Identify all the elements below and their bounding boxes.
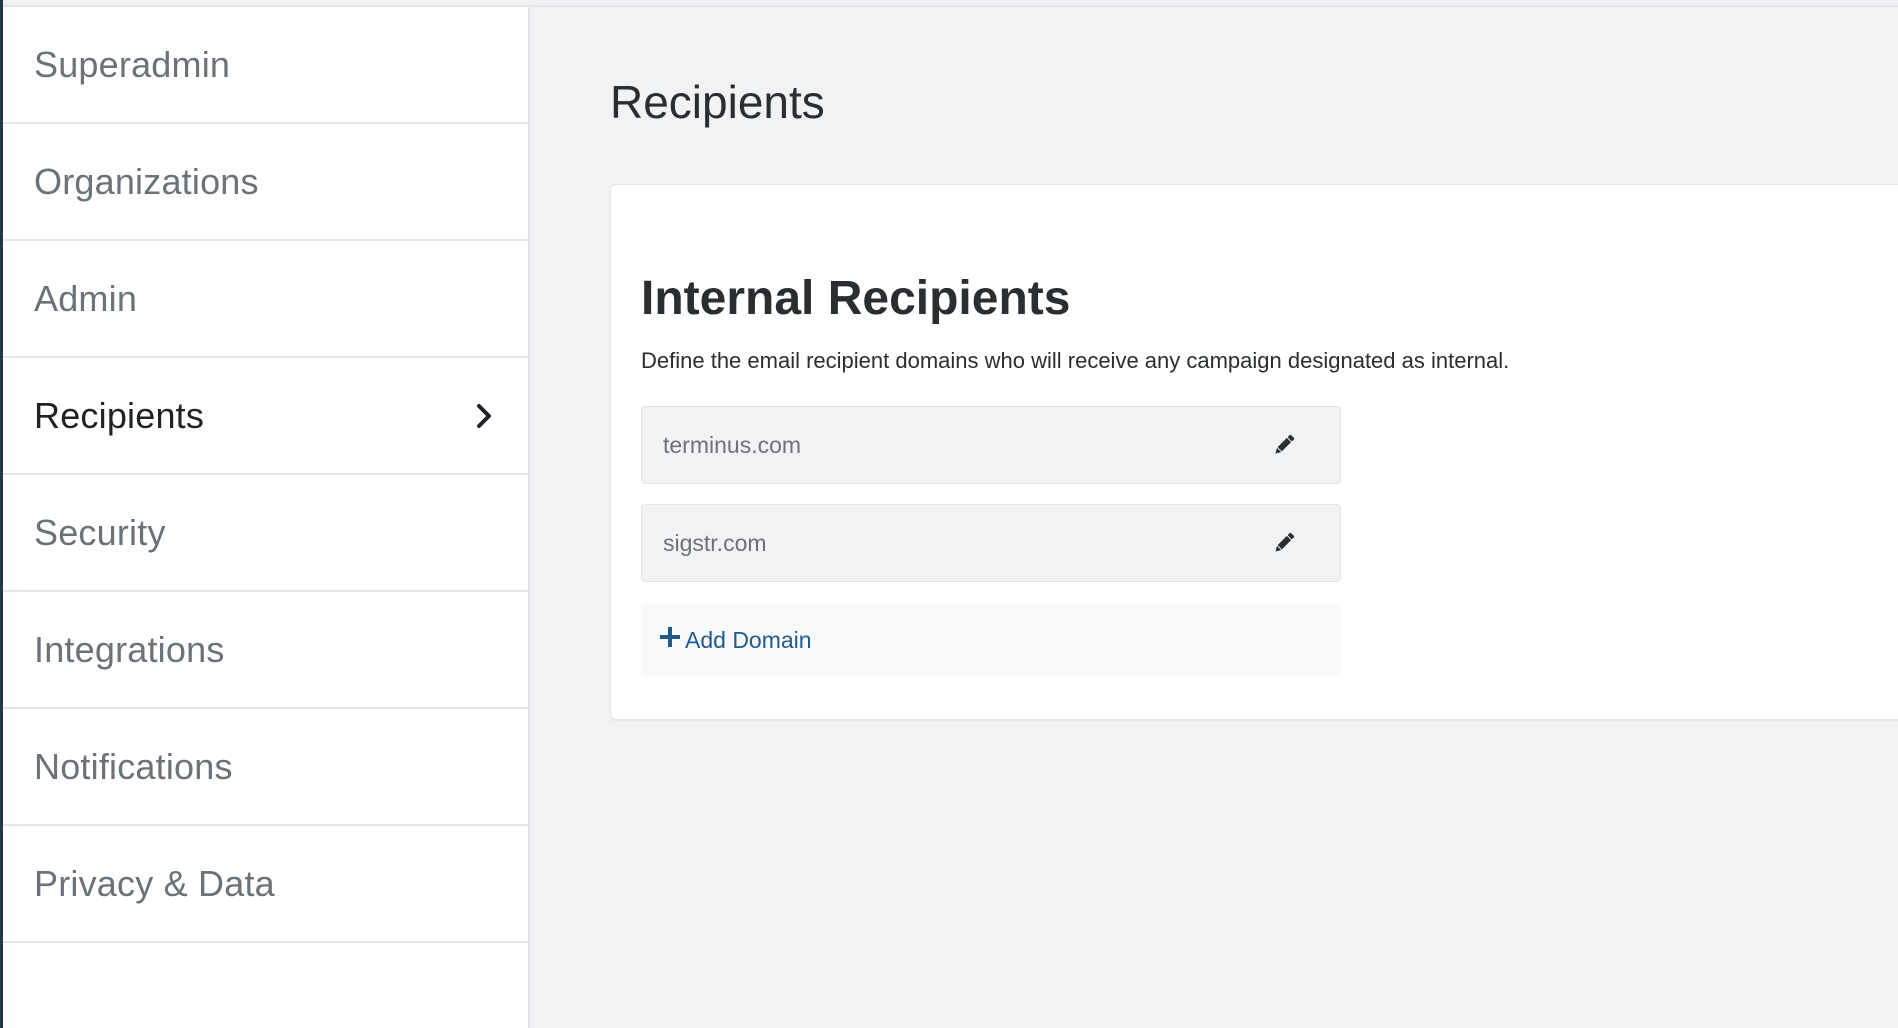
pencil-icon[interactable]: [1268, 527, 1300, 559]
card-description: Define the email recipient domains who w…: [641, 348, 1510, 373]
settings-sidebar: Superadmin Organizations Admin Recipient…: [3, 7, 530, 1028]
sidebar-item-label: Security: [34, 511, 166, 553]
pencil-icon[interactable]: [1268, 429, 1300, 461]
domain-value: sigstr.com: [663, 529, 767, 556]
sidebar-item-security[interactable]: Security: [3, 475, 528, 592]
sidebar-item-organizations[interactable]: Organizations: [3, 124, 528, 241]
page-title: Recipients: [610, 76, 825, 128]
sidebar-item-label: Privacy & Data: [34, 862, 275, 904]
domain-row: terminus.com: [641, 406, 1341, 484]
sidebar-item-label: Admin: [34, 277, 138, 319]
add-domain-button[interactable]: Add Domain: [659, 626, 812, 654]
sidebar-item-label: Organizations: [34, 160, 259, 202]
card-title: Internal Recipients: [641, 272, 1071, 325]
main-content: Recipients Internal Recipients Define th…: [530, 7, 1898, 1028]
sidebar-item-label: Recipients: [34, 394, 205, 436]
sidebar-item-notifications[interactable]: Notifications: [3, 709, 528, 826]
sidebar-item-recipients[interactable]: Recipients: [3, 358, 528, 475]
sidebar-item-integrations[interactable]: Integrations: [3, 592, 528, 709]
add-domain-row: Add Domain: [641, 603, 1341, 677]
domain-value: terminus.com: [663, 431, 802, 458]
domain-row: sigstr.com: [641, 504, 1341, 582]
sidebar-item-label: Superadmin: [34, 43, 231, 85]
plus-icon: [659, 626, 681, 654]
sidebar-item-privacy-data[interactable]: Privacy & Data: [3, 826, 528, 943]
sidebar-item-superadmin[interactable]: Superadmin: [3, 7, 528, 124]
internal-recipients-card: Internal Recipients Define the email rec…: [610, 184, 1898, 720]
sidebar-item-label: Notifications: [34, 745, 233, 787]
sidebar-item-admin[interactable]: Admin: [3, 241, 528, 358]
sidebar-item-label: Integrations: [34, 628, 225, 670]
chevron-right-icon: [470, 402, 498, 430]
top-border: [0, 0, 1898, 7]
add-domain-label: Add Domain: [685, 626, 812, 653]
